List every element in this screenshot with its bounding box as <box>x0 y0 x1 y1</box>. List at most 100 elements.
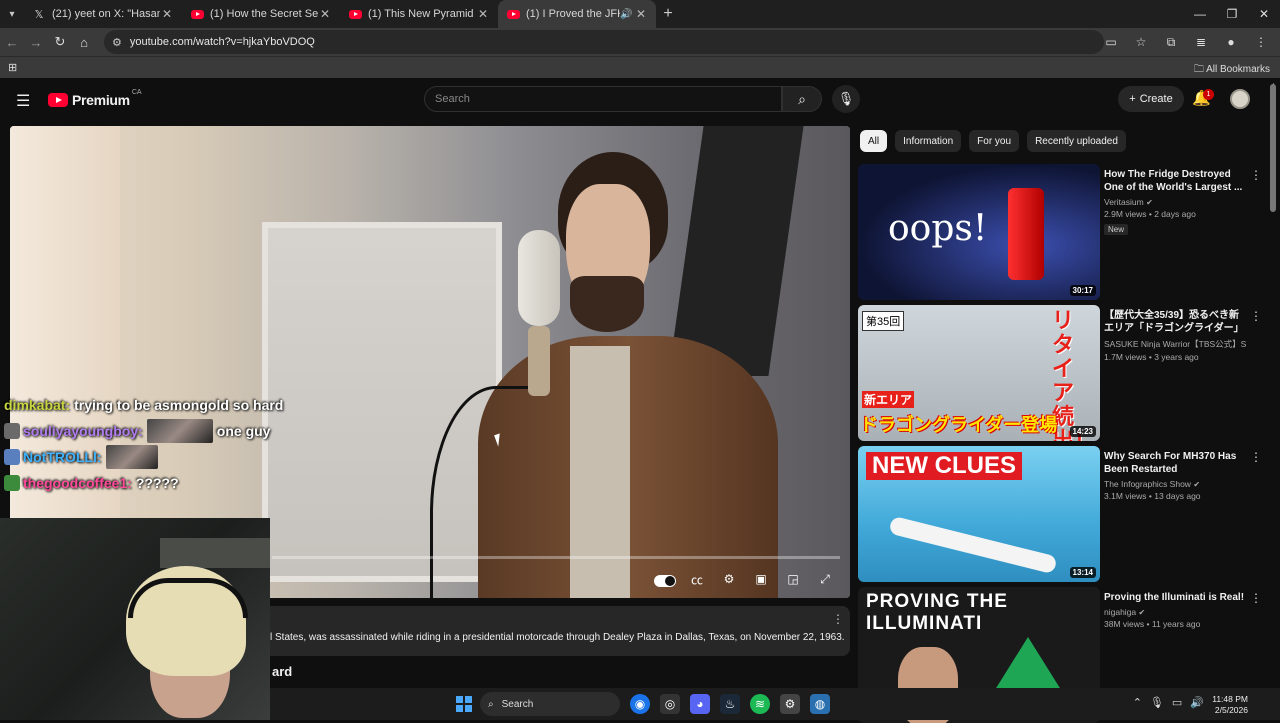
video-microphone <box>518 230 560 326</box>
recommended-video[interactable]: NEW CLUES 13:14 Why Search For MH370 Has… <box>858 446 1268 582</box>
chevron-up-icon[interactable]: ⌃ <box>1133 696 1142 709</box>
video-progress-bar[interactable] <box>272 556 840 559</box>
chat-message: souliyayoungboy: one guy <box>4 418 334 444</box>
close-tab-icon[interactable]: ✕ <box>634 7 648 21</box>
youtube-icon <box>190 7 204 21</box>
search-button[interactable]: ⌕ <box>782 86 822 112</box>
browser-tab-active[interactable]: (1) I Proved the JFK Conspir 🔊 ✕ <box>498 0 656 28</box>
more-actions-icon[interactable]: ⋮ <box>1250 591 1262 605</box>
forward-icon[interactable]: → <box>24 30 48 54</box>
more-actions-icon[interactable]: ⋮ <box>1250 309 1262 323</box>
url-input[interactable]: ⚙ youtube.com/watch?v=hjkaYboVDOQ <box>104 30 1104 54</box>
network-icon[interactable]: ▭ <box>1172 696 1182 709</box>
chip-recently-uploaded[interactable]: Recently uploaded <box>1027 130 1126 152</box>
video-meta: 2.9M views • 2 days ago <box>1104 209 1196 219</box>
settings-gear-icon[interactable]: ⚙ <box>780 694 800 714</box>
back-icon[interactable]: ← <box>0 30 24 54</box>
site-info-icon[interactable]: ⚙ <box>112 36 122 49</box>
clock-date: 2/5/2026 <box>1214 705 1248 715</box>
taskbar-search-box[interactable]: ⌕ Search <box>480 692 620 716</box>
captions-icon[interactable]: ㏄ <box>686 570 708 588</box>
miniplayer-icon[interactable]: ▣ <box>750 570 772 588</box>
channel-name[interactable]: Veritasium ✔ <box>1104 197 1246 207</box>
video-mic-stand <box>528 326 550 396</box>
windows-start-icon[interactable] <box>456 696 472 712</box>
brand-label: Premium <box>72 92 130 108</box>
reload-icon[interactable]: ↻ <box>48 30 72 54</box>
video-title[interactable]: Proving the Illuminati is Real! <box>1104 591 1246 604</box>
cast-icon[interactable]: ◲ <box>782 570 804 588</box>
channel-name[interactable]: nigahiga ✔ <box>1104 607 1246 617</box>
chat-text: ????? <box>135 475 179 491</box>
youtube-logo[interactable]: Premium CA <box>48 88 142 108</box>
globe-icon[interactable]: ◍ <box>810 694 830 714</box>
search-input[interactable]: Search <box>424 86 782 112</box>
fullscreen-icon[interactable]: ⤢ <box>814 570 836 588</box>
below-video-text: ard <box>272 664 293 679</box>
browser-tab-2[interactable]: (1) How the Secret Service Actu ✕ <box>182 0 340 28</box>
extensions-icon[interactable]: ⧉ <box>1158 30 1184 54</box>
video-meta: 38M views • 11 years ago <box>1104 619 1201 629</box>
video-title[interactable]: Why Search For MH370 Has Been Restarted <box>1104 450 1246 476</box>
url-text: youtube.com/watch?v=hjkaYboVDOQ <box>129 36 315 48</box>
home-icon[interactable]: ⌂ <box>72 30 96 54</box>
close-tab-icon[interactable]: ✕ <box>318 7 332 21</box>
obs-icon[interactable]: ◎ <box>660 694 680 714</box>
video-description[interactable]: l States, was assassinated while riding … <box>262 606 850 656</box>
speaker-icon[interactable]: 🔊 <box>620 9 634 20</box>
all-bookmarks-button[interactable]: 🗀 All Bookmarks <box>1194 62 1270 79</box>
tab-search-menu-icon[interactable]: ▾ <box>0 0 24 28</box>
spotify-icon[interactable]: ≋ <box>750 694 770 714</box>
apps-grid-icon[interactable]: ⊞ <box>8 61 17 74</box>
close-tab-icon[interactable]: ✕ <box>160 7 174 21</box>
media-controls-icon[interactable]: ≣ <box>1188 30 1214 54</box>
browser-tab-1[interactable]: 𝕏 (21) yeet on X: "Hasan gets ask ✕ <box>24 0 182 28</box>
recommended-video[interactable]: 第35回 リタイア続出！ 新エリア ドラゴングライダー登場 14:23 【歴代大… <box>858 305 1268 441</box>
steam-icon[interactable]: ♨ <box>720 694 740 714</box>
chrome-icon[interactable]: ◉ <box>630 694 650 714</box>
microphone-icon[interactable]: 🎙 <box>1150 696 1164 709</box>
more-actions-icon[interactable]: ⋮ <box>1250 450 1262 464</box>
chat-badge-icon <box>4 475 20 491</box>
profile-icon[interactable]: ● <box>1218 30 1244 54</box>
create-button[interactable]: + Create <box>1118 86 1184 112</box>
bookmark-star-icon[interactable]: ☆ <box>1128 30 1154 54</box>
browser-menu-icon[interactable]: ⋮ <box>1248 30 1274 54</box>
tab-title: (1) This New Pyramid Theory Ex <box>368 8 476 20</box>
volume-icon[interactable]: 🔊 <box>1190 696 1204 709</box>
discord-icon[interactable]: ◕ <box>690 694 710 714</box>
chip-information[interactable]: Information <box>895 130 962 152</box>
taskbar-apps: ◉ ◎ ◕ ♨ ≋ ⚙ ◍ <box>630 694 830 714</box>
channel-name[interactable]: The Infographics Show ✔ <box>1104 479 1246 489</box>
voice-search-button[interactable]: 🎙 <box>832 85 860 113</box>
new-tab-button[interactable]: + <box>656 5 680 23</box>
video-thumbnail[interactable]: oops! 30:17 <box>858 164 1100 300</box>
verified-check-icon: ✔ <box>1138 608 1146 617</box>
browser-tab-3[interactable]: (1) This New Pyramid Theory Ex ✕ <box>340 0 498 28</box>
video-person-beard <box>570 276 644 332</box>
chip-for-you[interactable]: For you <box>969 130 1020 152</box>
more-actions-icon[interactable]: ⋮ <box>1250 168 1262 182</box>
country-code: CA <box>131 88 142 96</box>
avatar[interactable] <box>1230 89 1250 109</box>
more-options-icon[interactable]: ⋮ <box>832 612 844 626</box>
close-tab-icon[interactable]: ✕ <box>476 7 490 21</box>
channel-name[interactable]: SASUKE Ninja Warrior【TBS公式】SASU... <box>1104 338 1246 350</box>
close-window-icon[interactable]: ✕ <box>1248 0 1280 28</box>
cast-icon[interactable]: ▭ <box>1098 30 1124 54</box>
settings-gear-icon[interactable]: ⚙ <box>718 570 740 588</box>
video-title[interactable]: 【歴代大全35/39】恐るべき新エリア「ドラゴングライダー」登... <box>1104 309 1246 335</box>
menu-icon[interactable]: ☰ <box>16 91 30 111</box>
recommended-video[interactable]: oops! 30:17 How The Fridge Destroyed One… <box>858 164 1268 300</box>
page-scrollbar[interactable] <box>1270 84 1276 212</box>
video-thumbnail[interactable]: 第35回 リタイア続出！ 新エリア ドラゴングライダー登場 14:23 <box>858 305 1100 441</box>
chip-all[interactable]: All <box>860 130 888 152</box>
autoplay-toggle[interactable] <box>654 570 676 588</box>
video-thumbnail[interactable]: NEW CLUES 13:14 <box>858 446 1100 582</box>
restore-icon[interactable]: ❐ <box>1216 0 1248 28</box>
video-title[interactable]: How The Fridge Destroyed One of the Worl… <box>1104 168 1246 194</box>
headset-icon <box>128 578 248 618</box>
chat-username: souliyayoungboy: <box>23 423 143 439</box>
minimize-icon[interactable]: — <box>1184 0 1216 28</box>
taskbar-clock[interactable]: 11:48 PM 2/5/2026 <box>1212 694 1248 716</box>
